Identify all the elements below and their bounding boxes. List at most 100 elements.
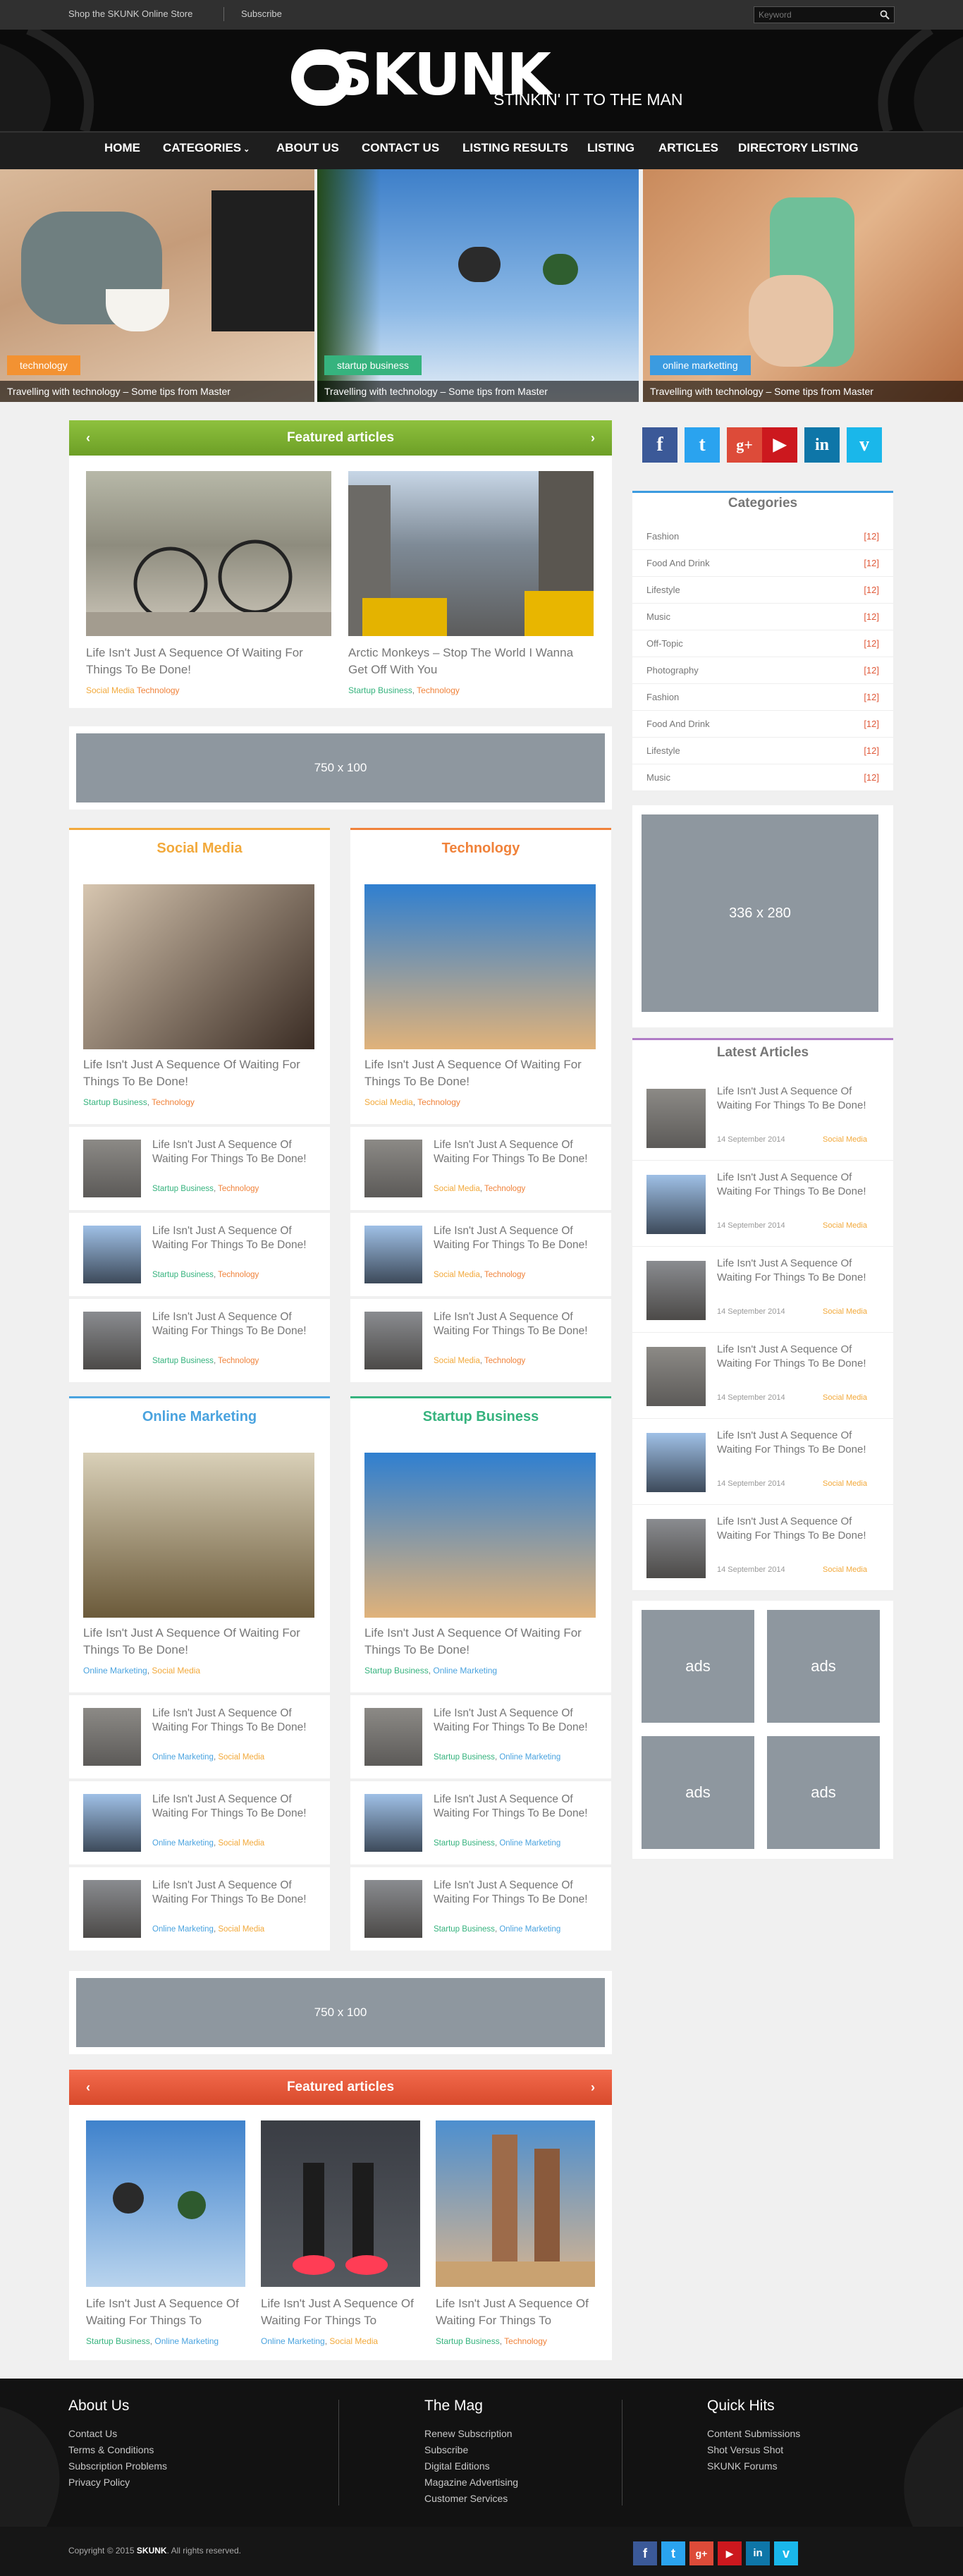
category-item[interactable]: Lifestyle [12] — [632, 577, 893, 604]
nav-categories[interactable]: CATEGORIES ⌄ — [163, 141, 250, 155]
latest-thumb[interactable] — [646, 1175, 706, 1234]
category-link[interactable]: Technology — [218, 1357, 259, 1365]
category-link[interactable]: Social Media — [823, 1307, 867, 1316]
category-link[interactable]: Social Media — [152, 1666, 200, 1675]
category-link[interactable]: Startup Business — [152, 1185, 214, 1193]
category-item[interactable]: Music [12] — [632, 764, 893, 791]
category-item[interactable]: Off-Topic [12] — [632, 630, 893, 657]
category-item[interactable]: Food And Drink [12] — [632, 711, 893, 738]
list-item[interactable]: Life Isn't Just A Sequence Of Waiting Fo… — [350, 1296, 611, 1381]
category-link[interactable]: Social Media — [823, 1565, 867, 1574]
category-link[interactable]: Online Marketing — [83, 1666, 147, 1675]
category-box-title[interactable]: Online Marketing — [69, 1398, 330, 1435]
category-link[interactable]: Social Media — [823, 1221, 867, 1230]
featured-image[interactable] — [86, 471, 331, 636]
slide-tag[interactable]: technology — [7, 355, 80, 375]
latest-title-link[interactable]: Life Isn't Just A Sequence Of Waiting Fo… — [717, 1171, 872, 1199]
category-main-image[interactable] — [364, 884, 596, 1049]
footer-link[interactable]: Terms & Conditions — [68, 2442, 154, 2458]
list-item-title[interactable]: Life Isn't Just A Sequence Of Waiting Fo… — [434, 1707, 596, 1735]
category-main-title[interactable]: Life Isn't Just A Sequence Of Waiting Fo… — [83, 1056, 316, 1090]
twitter-icon[interactable]: t — [685, 427, 720, 463]
list-item[interactable]: Life Isn't Just A Sequence Of Waiting Fo… — [69, 1692, 330, 1777]
google-plus-icon[interactable]: g+ — [727, 427, 762, 463]
facebook-icon[interactable]: f — [642, 427, 677, 463]
list-thumb[interactable] — [364, 1880, 422, 1938]
featured-title-link[interactable]: Arctic Monkeys – Stop The World I Wanna … — [348, 645, 595, 678]
featured-title-link[interactable]: Life Isn't Just A Sequence Of Waiting Fo… — [86, 645, 333, 678]
category-link[interactable]: Startup Business — [434, 1839, 495, 1848]
nav-home[interactable]: HOME — [104, 141, 140, 155]
category-item[interactable]: Music [12] — [632, 604, 893, 630]
list-item[interactable]: Life Isn't Just A Sequence Of Waiting Fo… — [69, 1864, 330, 1949]
ad-square[interactable]: ads — [642, 1736, 754, 1849]
category-main-image[interactable] — [364, 1453, 596, 1618]
nav-contact[interactable]: CONTACT US — [362, 141, 439, 155]
google-plus-icon[interactable]: g+ — [689, 2541, 713, 2565]
list-item-title[interactable]: Life Isn't Just A Sequence Of Waiting Fo… — [152, 1793, 314, 1821]
category-link[interactable]: Social Media — [218, 1753, 264, 1762]
category-link[interactable]: Startup Business — [152, 1357, 214, 1365]
ad-square[interactable]: ads — [767, 1736, 880, 1849]
linkedin-icon[interactable]: in — [804, 427, 840, 463]
featured-title-link[interactable]: Life Isn't Just A Sequence Of Waiting Fo… — [261, 2295, 423, 2329]
chevron-left-icon[interactable]: ‹ — [79, 429, 97, 447]
category-link[interactable]: Social Media — [434, 1185, 480, 1193]
footer-link[interactable]: Magazine Advertising — [424, 2474, 518, 2491]
twitter-icon[interactable]: t — [661, 2541, 685, 2565]
list-item[interactable]: Life Isn't Just A Sequence Of Waiting Fo… — [350, 1124, 611, 1209]
list-thumb[interactable] — [83, 1880, 141, 1938]
category-link[interactable]: Technology — [484, 1185, 525, 1193]
latest-article[interactable]: Life Isn't Just A Sequence Of Waiting Fo… — [632, 1075, 893, 1161]
list-item-title[interactable]: Life Isn't Just A Sequence Of Waiting Fo… — [434, 1224, 596, 1252]
category-link[interactable]: Social Media — [823, 1393, 867, 1402]
nav-listing-results[interactable]: LISTING RESULTS — [462, 141, 568, 155]
category-link[interactable]: Social Media — [434, 1271, 480, 1279]
search-input[interactable] — [759, 8, 871, 21]
latest-article[interactable]: Life Isn't Just A Sequence Of Waiting Fo… — [632, 1333, 893, 1419]
featured-title-link[interactable]: Life Isn't Just A Sequence Of Waiting Fo… — [436, 2295, 598, 2329]
featured-image[interactable] — [348, 471, 594, 636]
ad-banner[interactable]: 750 x 100 — [76, 1978, 605, 2047]
ad-banner[interactable]: 750 x 100 — [76, 733, 605, 802]
category-link[interactable]: Startup Business — [348, 685, 412, 695]
latest-thumb[interactable] — [646, 1519, 706, 1578]
category-link[interactable]: Technology — [218, 1271, 259, 1279]
footer-link[interactable]: Shot Versus Shot — [707, 2442, 783, 2458]
list-item-title[interactable]: Life Isn't Just A Sequence Of Waiting Fo… — [434, 1138, 596, 1166]
latest-thumb[interactable] — [646, 1261, 706, 1320]
list-item[interactable]: Life Isn't Just A Sequence Of Waiting Fo… — [350, 1692, 611, 1777]
list-item-title[interactable]: Life Isn't Just A Sequence Of Waiting Fo… — [152, 1879, 314, 1907]
category-link[interactable]: Social Media — [823, 1479, 867, 1488]
list-thumb[interactable] — [83, 1708, 141, 1766]
list-item[interactable]: Life Isn't Just A Sequence Of Waiting Fo… — [69, 1210, 330, 1295]
category-link[interactable]: Social Media — [329, 2336, 378, 2346]
slide-tag[interactable]: startup business — [324, 355, 422, 375]
latest-article[interactable]: Life Isn't Just A Sequence Of Waiting Fo… — [632, 1505, 893, 1591]
category-link[interactable]: Social Media — [823, 1135, 867, 1144]
list-thumb[interactable] — [83, 1312, 141, 1369]
footer-link[interactable]: Contact Us — [68, 2426, 117, 2442]
category-link[interactable]: Startup Business — [86, 2336, 150, 2346]
category-link[interactable]: Technology — [484, 1271, 525, 1279]
category-link[interactable]: Online Marketing — [499, 1839, 560, 1848]
list-item[interactable]: Life Isn't Just A Sequence Of Waiting Fo… — [350, 1864, 611, 1949]
subscribe-link[interactable]: Subscribe — [241, 8, 282, 19]
category-link[interactable]: Startup Business — [436, 2336, 500, 2346]
chevron-right-icon[interactable]: › — [584, 2078, 602, 2096]
list-item[interactable]: Life Isn't Just A Sequence Of Waiting Fo… — [69, 1296, 330, 1381]
category-link[interactable]: Technology — [152, 1097, 195, 1107]
facebook-icon[interactable]: f — [633, 2541, 657, 2565]
latest-thumb[interactable] — [646, 1089, 706, 1148]
category-link[interactable]: Startup Business — [434, 1753, 495, 1762]
latest-title-link[interactable]: Life Isn't Just A Sequence Of Waiting Fo… — [717, 1515, 872, 1543]
category-item[interactable]: Lifestyle [12] — [632, 738, 893, 764]
category-item[interactable]: Fashion [12] — [632, 684, 893, 711]
category-link[interactable]: Online Marketing — [152, 1925, 214, 1934]
category-link[interactable]: Social Media — [364, 1097, 413, 1107]
nav-articles[interactable]: ARTICLES — [658, 141, 718, 155]
youtube-icon[interactable]: ▶ — [762, 427, 797, 463]
category-link[interactable]: Social Media — [86, 685, 135, 695]
slide-2[interactable]: startup business Travelling with technol… — [317, 169, 639, 402]
category-main-image[interactable] — [83, 884, 314, 1049]
